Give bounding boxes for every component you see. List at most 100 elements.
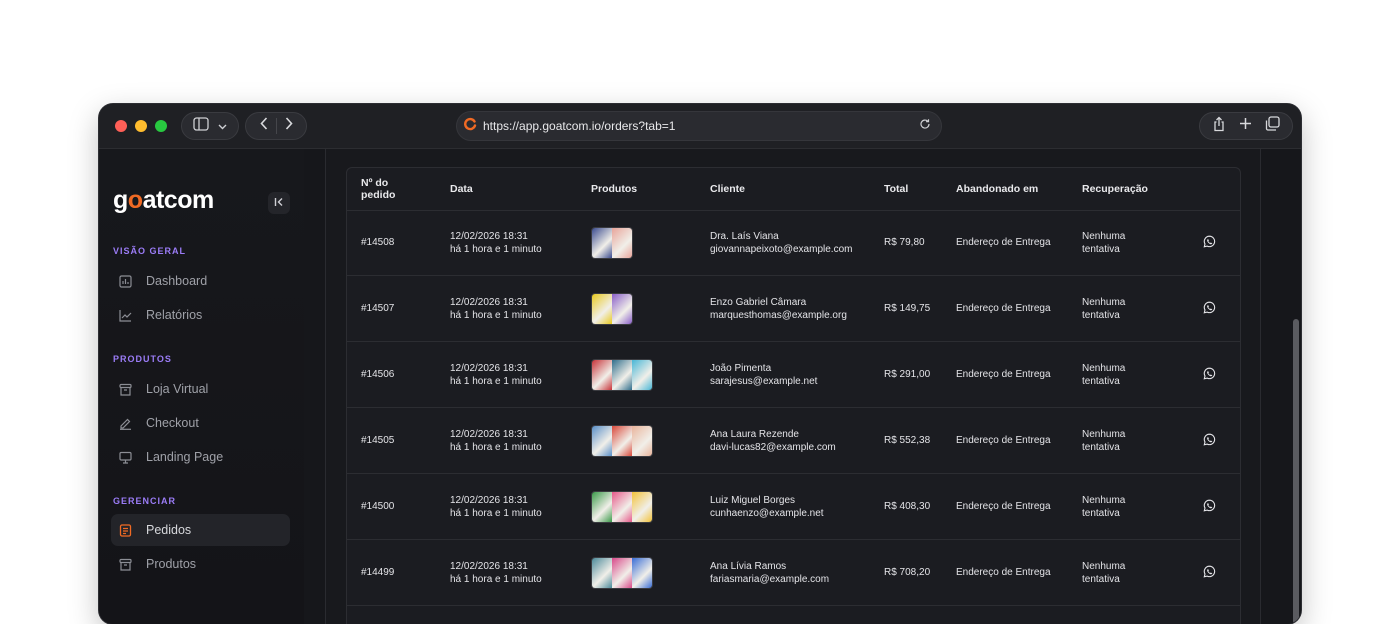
- sidebar-icon: [193, 116, 209, 136]
- product-thumbnail: [592, 360, 612, 390]
- table-row[interactable]: #14506 12/02/2026 18:31 há 1 hora e 1 mi…: [347, 342, 1240, 408]
- order-total: R$ 552,38: [884, 435, 931, 446]
- product-thumbnail: [632, 558, 652, 588]
- order-date: 12/02/2026 18:31 há 1 hora e 1 minuto: [450, 230, 542, 255]
- client-info: Luiz Miguel Borges cunhaenzo@example.net: [710, 474, 824, 539]
- table-row[interactable]: #14499 12/02/2026 18:31 há 1 hora e 1 mi…: [347, 540, 1240, 606]
- sidebar-item-relatorios[interactable]: Relatórios: [111, 299, 290, 331]
- order-total: R$ 408,30: [884, 501, 931, 512]
- new-tab-icon[interactable]: [1239, 117, 1252, 135]
- maximize-window-button[interactable]: [155, 120, 167, 132]
- sidebar-item-label: Pedidos: [146, 523, 192, 537]
- table-row[interactable]: #14507 12/02/2026 18:31 há 1 hora e 1 mi…: [347, 276, 1240, 342]
- store-icon: [118, 382, 132, 396]
- client-info: Ana Lívia Ramos fariasmaria@example.com: [710, 540, 829, 605]
- client-name: Ana Lívia Ramos: [710, 560, 787, 572]
- product-thumbnail: [612, 294, 632, 324]
- product-thumbnails[interactable]: [591, 359, 653, 391]
- table-row[interactable]: #14505 12/02/2026 18:31 há 1 hora e 1 mi…: [347, 408, 1240, 474]
- sidebar-toggle-button[interactable]: [181, 112, 239, 140]
- share-icon[interactable]: [1212, 116, 1226, 137]
- order-id: #14499: [361, 567, 395, 578]
- header-recovery: Recuperação: [1082, 183, 1148, 195]
- section-title-gerenciar: GERENCIAR: [113, 496, 177, 506]
- order-id: #14505: [361, 435, 395, 446]
- order-id: #14506: [361, 369, 395, 380]
- product-thumbnails[interactable]: [591, 425, 653, 457]
- product-thumbnails[interactable]: [591, 491, 653, 523]
- pencil-icon: [118, 416, 132, 430]
- address-bar[interactable]: https://app.goatcom.io/orders?tab=1: [456, 111, 942, 141]
- sidebar-item-checkout[interactable]: Checkout: [111, 407, 290, 439]
- goatcom-logo[interactable]: goatcom: [113, 186, 214, 215]
- chart-line-icon: [118, 308, 132, 322]
- product-thumbnail: [612, 360, 632, 390]
- monitor-icon: [118, 450, 132, 464]
- client-name: João Pimenta: [710, 362, 772, 374]
- client-name: Dra. Laís Viana: [710, 230, 779, 242]
- table-row[interactable]: #14500 12/02/2026 18:31 há 1 hora e 1 mi…: [347, 474, 1240, 540]
- client-email: fariasmaria@example.com: [710, 573, 830, 585]
- sidebar-item-label: Dashboard: [146, 274, 208, 288]
- order-date: 12/02/2026 18:31 há 1 hora e 1 minuto: [450, 296, 542, 321]
- product-thumbnail: [632, 426, 652, 456]
- abandoned-step: Endereço de Entrega: [956, 501, 1051, 512]
- product-thumbnail: [632, 492, 652, 522]
- main-content: Nº do pedido Data Produtos Cliente Total…: [304, 149, 1301, 624]
- header-date: Data: [450, 183, 473, 195]
- whatsapp-icon[interactable]: [1203, 301, 1216, 314]
- header-total: Total: [884, 183, 909, 195]
- chevron-down-icon: [218, 117, 227, 135]
- page-scrollbar[interactable]: [1293, 319, 1299, 624]
- client-info: Ana Laura Rezende davi-lucas82@example.c…: [710, 408, 836, 473]
- abandoned-step: Endereço de Entrega: [956, 435, 1051, 446]
- table-row[interactable]: #14508 12/02/2026 18:31 há 1 hora e 1 mi…: [347, 210, 1240, 276]
- minimize-window-button[interactable]: [135, 120, 147, 132]
- back-icon[interactable]: [259, 117, 268, 135]
- client-name: Luiz Miguel Borges: [710, 494, 796, 506]
- product-thumbnail: [612, 228, 632, 258]
- product-thumbnails[interactable]: [591, 227, 633, 259]
- orders-table: Nº do pedido Data Produtos Cliente Total…: [346, 167, 1241, 624]
- sidebar-item-loja-virtual[interactable]: Loja Virtual: [111, 373, 290, 405]
- sidebar-item-label: Checkout: [146, 416, 199, 430]
- product-thumbnails[interactable]: [591, 557, 653, 589]
- whatsapp-icon[interactable]: [1203, 433, 1216, 446]
- collapse-sidebar-button[interactable]: [268, 192, 290, 214]
- order-id: #14500: [361, 501, 395, 512]
- tabs-overview-icon[interactable]: [1265, 116, 1280, 136]
- sidebar-item-dashboard[interactable]: Dashboard: [111, 265, 290, 297]
- reload-icon[interactable]: [919, 117, 931, 135]
- whatsapp-icon[interactable]: [1203, 367, 1216, 380]
- product-thumbnail: [592, 558, 612, 588]
- product-thumbnail: [632, 360, 652, 390]
- browser-window: https://app.goatcom.io/orders?tab=1 goat…: [99, 104, 1301, 624]
- product-thumbnail: [592, 426, 612, 456]
- recovery-status: Nenhuma tentativa: [1082, 494, 1126, 519]
- close-window-button[interactable]: [115, 120, 127, 132]
- sidebar-item-landing-page[interactable]: Landing Page: [111, 441, 290, 473]
- product-thumbnails[interactable]: [591, 293, 633, 325]
- recovery-status: Nenhuma tentativa: [1082, 362, 1126, 387]
- client-email: cunhaenzo@example.net: [710, 507, 824, 519]
- sidebar-item-label: Relatórios: [146, 308, 203, 322]
- whatsapp-icon[interactable]: [1203, 499, 1216, 512]
- orders-panel: Nº do pedido Data Produtos Cliente Total…: [325, 149, 1261, 624]
- header-abandoned: Abandonado em: [956, 183, 1039, 195]
- table-header: Nº do pedido Data Produtos Cliente Total…: [347, 168, 1240, 211]
- whatsapp-icon[interactable]: [1203, 235, 1216, 248]
- box-icon: [118, 557, 132, 571]
- sidebar-item-pedidos[interactable]: Pedidos: [111, 514, 290, 546]
- header-client: Cliente: [710, 183, 746, 195]
- order-date: 12/02/2026 18:31 há 1 hora e 1 minuto: [450, 428, 542, 453]
- forward-icon[interactable]: [285, 117, 293, 135]
- whatsapp-icon[interactable]: [1203, 565, 1216, 578]
- order-total: R$ 708,20: [884, 567, 931, 578]
- client-info: João Pimenta sarajesus@example.net: [710, 342, 817, 407]
- site-favicon-icon: [463, 117, 477, 136]
- sidebar-item-label: Landing Page: [146, 450, 224, 464]
- sidebar: goatcom VISÃO GERAL Dashboard Relatórios…: [99, 149, 304, 624]
- order-date: 12/02/2026 18:31 há 1 hora e 1 minuto: [450, 560, 542, 585]
- order-total: R$ 291,00: [884, 369, 931, 380]
- sidebar-item-produtos[interactable]: Produtos: [111, 548, 290, 580]
